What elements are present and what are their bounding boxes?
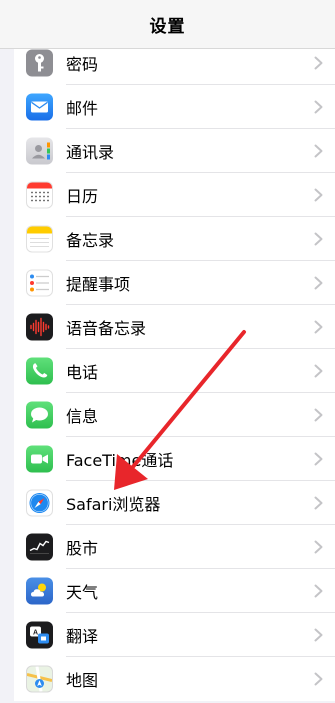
chevron-right-icon <box>314 188 323 202</box>
chevron-right-icon <box>314 232 323 246</box>
key-icon <box>26 49 53 77</box>
stocks-icon <box>26 533 53 561</box>
chevron-right-icon <box>314 408 323 422</box>
voice-memos-icon <box>26 313 53 341</box>
row-label: 地图 <box>66 671 99 690</box>
svg-text:A: A <box>33 630 38 637</box>
contacts-icon <box>26 137 53 165</box>
settings-row-facetime[interactable]: FaceTime通话 <box>14 437 335 481</box>
row-label: 天气 <box>66 583 99 602</box>
settings-row-messages[interactable]: 信息 <box>14 393 335 437</box>
row-label: Safari浏览器 <box>66 495 161 514</box>
settings-list: 密码 邮件 通讯录 日历 备忘录 提醒事项 语音备忘录 电话 信息 FaceTi… <box>14 41 335 701</box>
row-label: 语音备忘录 <box>66 319 147 338</box>
phone-icon <box>26 357 53 385</box>
navigation-bar: 设置 <box>0 0 335 49</box>
row-label: FaceTime通话 <box>66 451 174 470</box>
chevron-right-icon <box>314 628 323 642</box>
notes-icon <box>26 225 53 253</box>
chevron-right-icon <box>314 672 323 686</box>
settings-row-mail[interactable]: 邮件 <box>14 85 335 129</box>
weather-icon <box>26 577 53 605</box>
reminders-icon <box>26 269 53 297</box>
chevron-right-icon <box>314 364 323 378</box>
settings-row-weather[interactable]: 天气 <box>14 569 335 613</box>
page-title: 设置 <box>149 16 186 37</box>
settings-row-reminders[interactable]: 提醒事项 <box>14 261 335 305</box>
settings-row-notes[interactable]: 备忘录 <box>14 217 335 261</box>
chevron-right-icon <box>314 276 323 290</box>
settings-row-phone[interactable]: 电话 <box>14 349 335 393</box>
settings-row-safari[interactable]: Safari浏览器 <box>14 481 335 525</box>
messages-icon <box>26 401 53 429</box>
chevron-right-icon <box>314 144 323 158</box>
safari-icon <box>26 489 53 517</box>
chevron-right-icon <box>314 452 323 466</box>
row-label: 提醒事项 <box>66 275 131 294</box>
chevron-right-icon <box>314 496 323 510</box>
mail-icon <box>26 93 53 121</box>
row-label: 备忘录 <box>66 231 115 250</box>
maps-icon <box>26 665 53 693</box>
chevron-right-icon <box>314 56 323 70</box>
chevron-right-icon <box>314 320 323 334</box>
row-label: 通讯录 <box>66 143 115 162</box>
row-label: 翻译 <box>66 627 99 646</box>
settings-row-maps[interactable]: 地图 <box>14 657 335 701</box>
row-label: 电话 <box>66 363 99 382</box>
row-label: 股市 <box>66 539 99 558</box>
calendar-icon <box>26 181 53 209</box>
row-label: 邮件 <box>66 99 99 118</box>
row-label: 密码 <box>66 55 99 74</box>
chevron-right-icon <box>314 584 323 598</box>
settings-row-stocks[interactable]: 股市 <box>14 525 335 569</box>
chevron-right-icon <box>314 100 323 114</box>
settings-row-contacts[interactable]: 通讯录 <box>14 129 335 173</box>
row-label: 日历 <box>66 187 99 206</box>
settings-row-voice-memos[interactable]: 语音备忘录 <box>14 305 335 349</box>
chevron-right-icon <box>314 540 323 554</box>
translate-icon: A <box>26 621 53 649</box>
settings-row-calendar[interactable]: 日历 <box>14 173 335 217</box>
row-label: 信息 <box>66 407 99 426</box>
settings-row-translate[interactable]: A 翻译 <box>14 613 335 657</box>
facetime-icon <box>26 445 53 473</box>
